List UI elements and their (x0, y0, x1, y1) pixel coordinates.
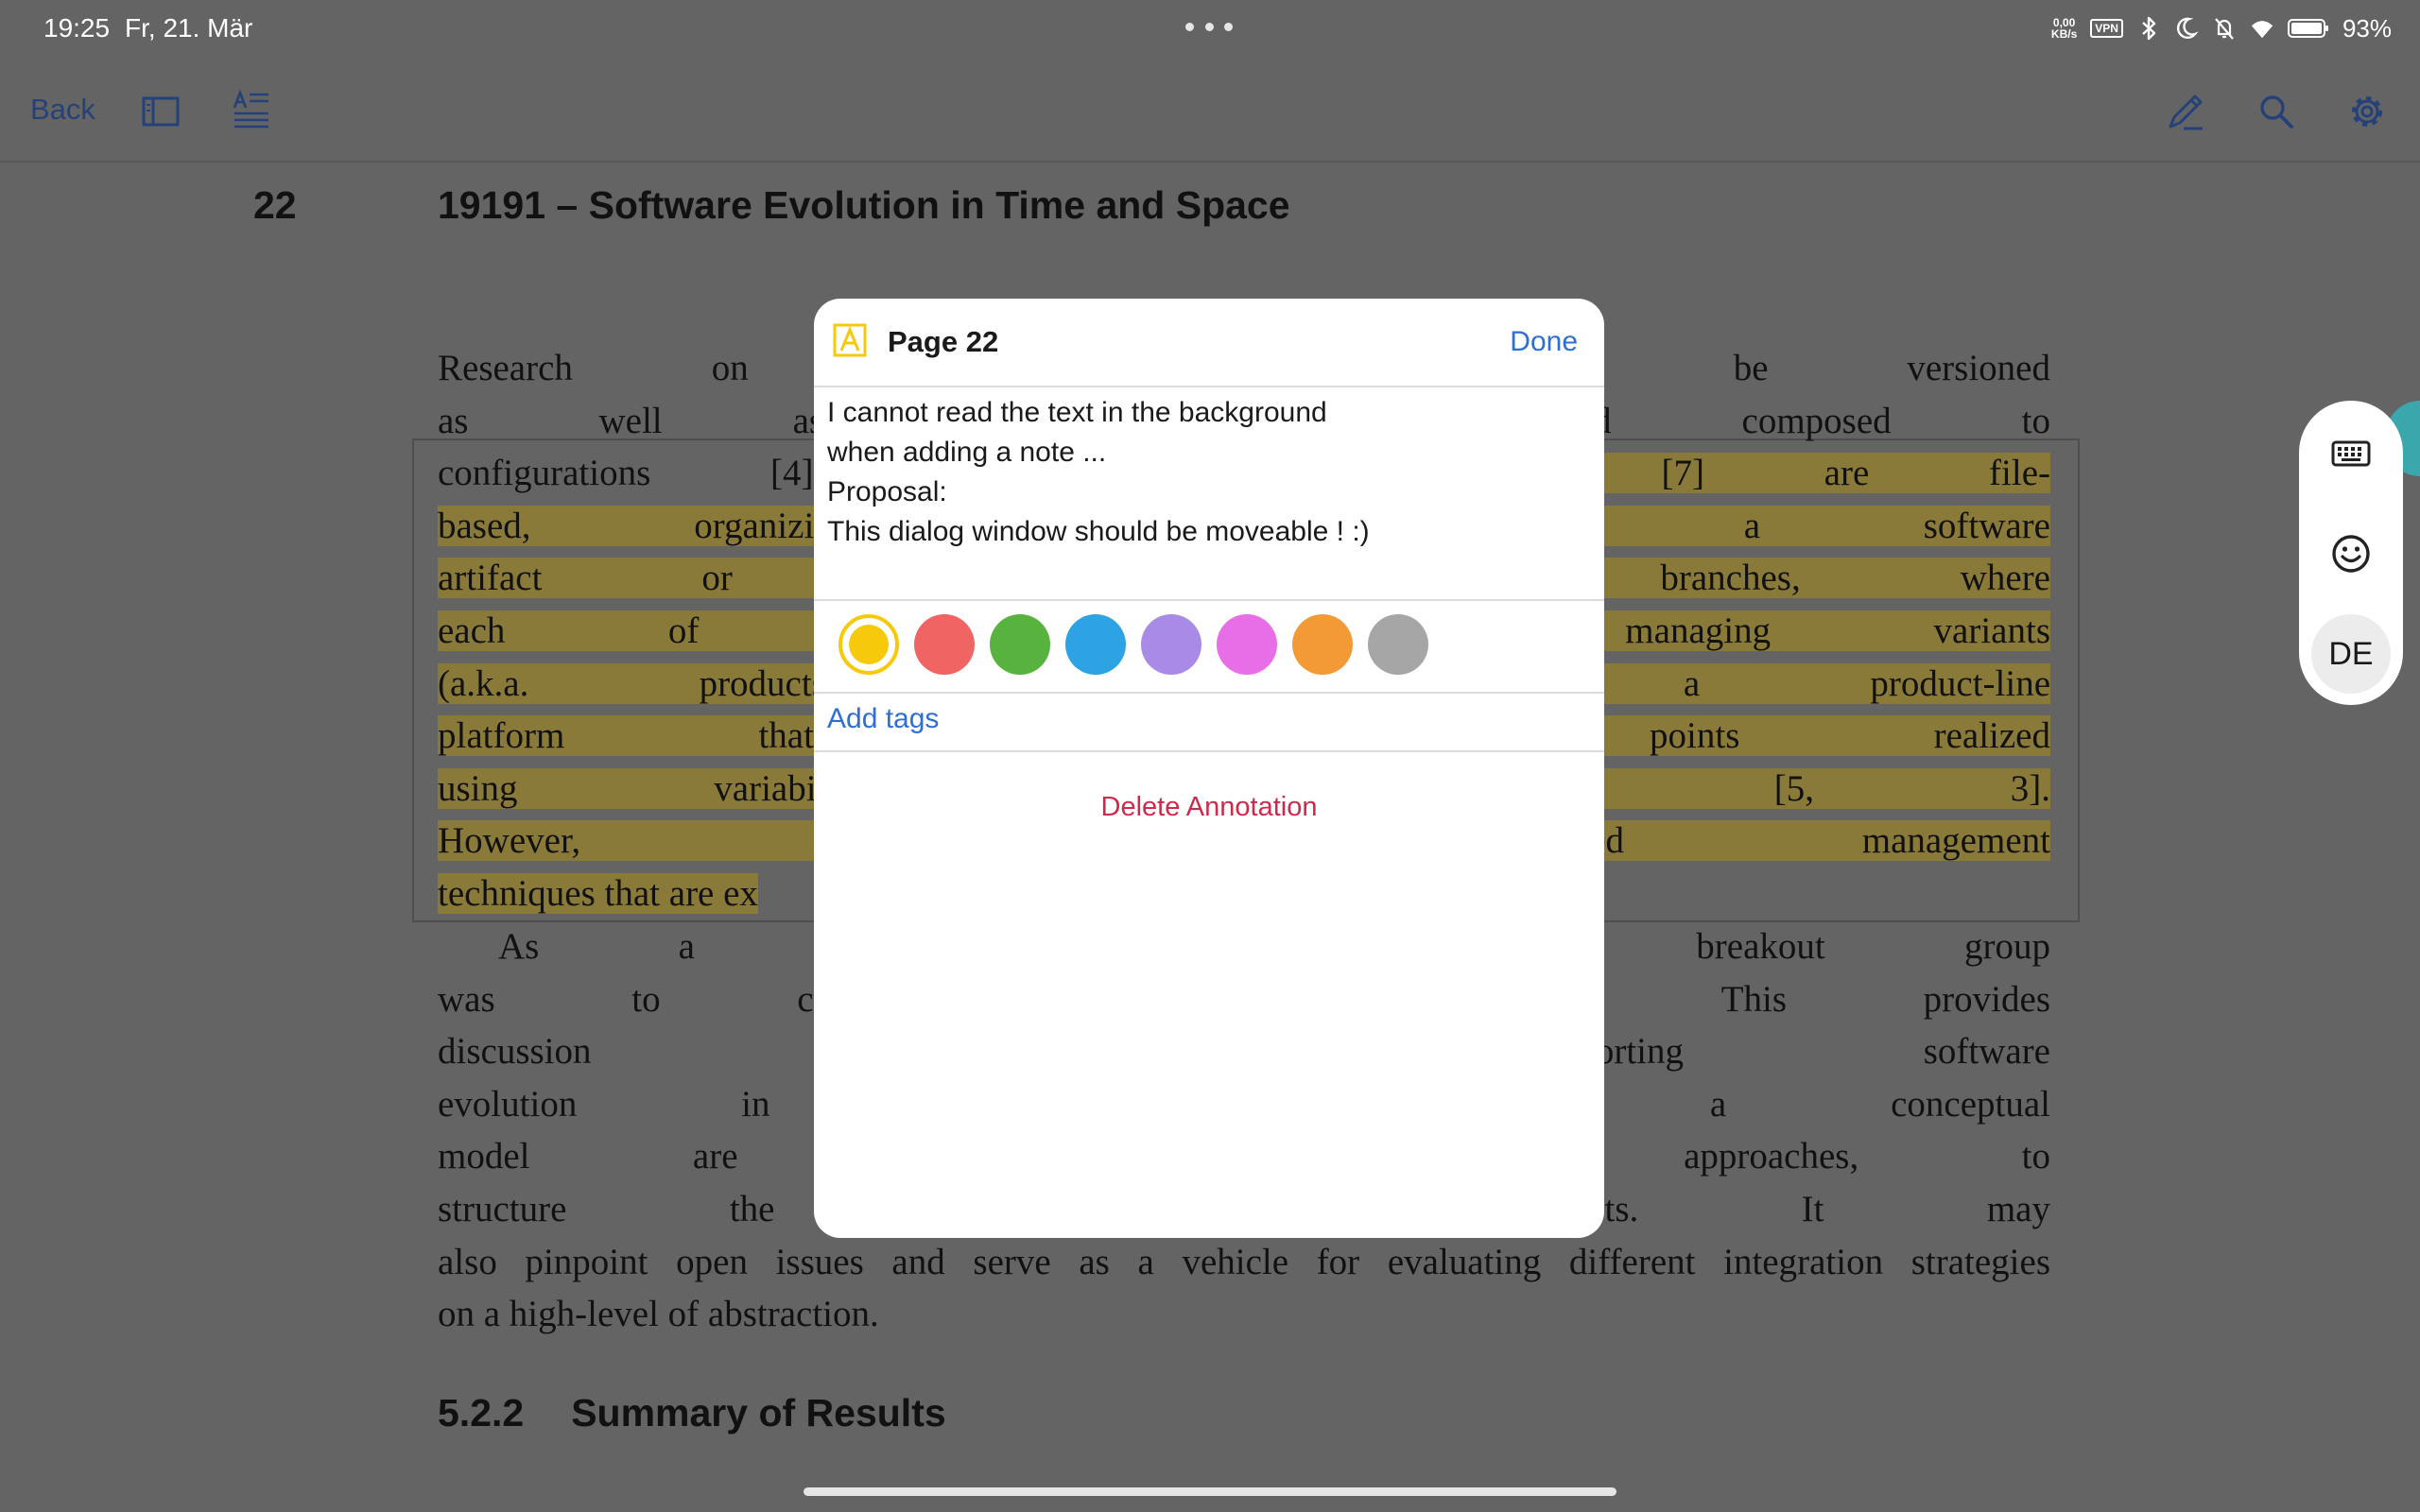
color-swatch-yellow[interactable] (838, 614, 899, 675)
divider (814, 750, 1604, 752)
language-button[interactable]: DE (2311, 614, 2391, 694)
page-number: 22 (253, 183, 297, 227)
dialog-title: Page 22 (888, 325, 999, 358)
color-swatch-gray[interactable] (1368, 614, 1428, 675)
status-time: 19:25 (43, 13, 111, 43)
done-button[interactable]: Done (1510, 326, 1578, 358)
bell-muted-icon (2215, 18, 2234, 40)
vpn-icon: VPN (2090, 19, 2123, 38)
floating-input-panel: DE (2299, 401, 2403, 705)
annotation-type-icon (833, 323, 867, 357)
pen-edit-icon[interactable] (2165, 91, 2206, 132)
color-swatch-red[interactable] (914, 614, 975, 675)
wifi-icon (2251, 21, 2273, 39)
delete-annotation-button[interactable]: Delete Annotation (814, 792, 1604, 823)
battery-icon (2287, 19, 2328, 38)
annotation-dialog: Page 22 Done I cannot read the text in t… (814, 299, 1604, 1238)
color-swatch-green[interactable] (990, 614, 1050, 675)
home-indicator[interactable] (804, 1487, 1616, 1496)
reader-toolbar: Back (0, 57, 2420, 163)
sidebar-icon[interactable] (140, 91, 182, 132)
search-icon[interactable] (2256, 91, 2297, 132)
color-swatch-blue[interactable] (1065, 614, 1126, 675)
network-speed: 0,00 KB/s (2050, 16, 2078, 41)
color-swatch-magenta[interactable] (1217, 614, 1277, 675)
section-heading: 5.2.2 Summary of Results (438, 1391, 946, 1435)
dialog-header: Page 22 Done (814, 299, 1604, 387)
keyboard-icon[interactable] (2331, 440, 2371, 469)
settings-gear-icon[interactable] (2346, 91, 2388, 132)
emoji-icon[interactable] (2330, 533, 2372, 575)
battery-percent: 93% (2342, 13, 2392, 43)
back-button[interactable]: Back (30, 93, 95, 127)
status-date: Fr, 21. Mär (125, 13, 253, 43)
status-icons: 0,00 KB/s VPN 93% (2051, 13, 2392, 43)
page-title: 19191 – Software Evolution in Time and S… (438, 183, 1290, 227)
window-handle-dots[interactable] (1185, 23, 1233, 32)
text-format-icon[interactable] (231, 89, 272, 130)
note-textarea[interactable]: I cannot read the text in the background… (827, 393, 1583, 552)
color-swatch-orange[interactable] (1292, 614, 1353, 675)
add-tags-button[interactable]: Add tags (827, 703, 939, 735)
moon-icon (2176, 17, 2199, 39)
color-swatch-purple[interactable] (1141, 614, 1201, 675)
bluetooth-icon (2142, 16, 2156, 41)
color-picker (814, 599, 1604, 694)
status-bar: 19:25 Fr, 21. Mär 0,00 KB/s VPN 93% (0, 0, 2420, 57)
